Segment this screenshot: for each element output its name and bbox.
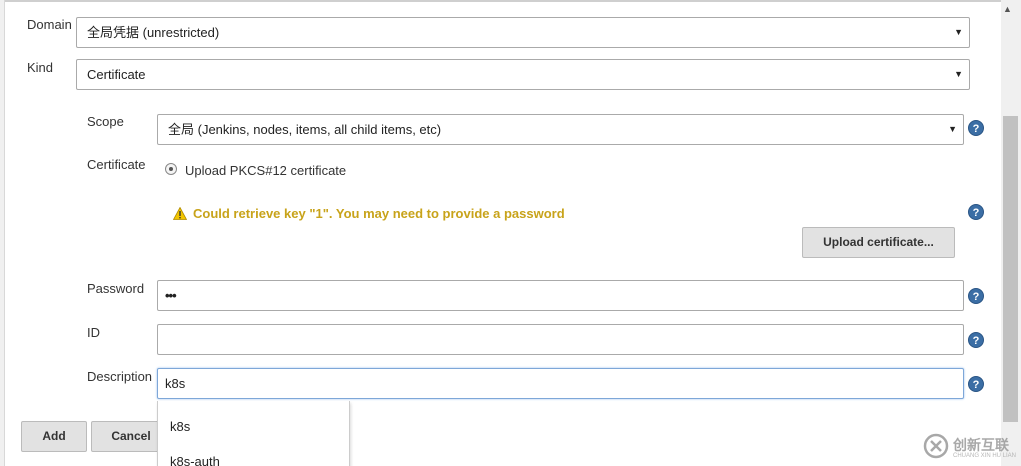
kind-label: Kind bbox=[27, 60, 54, 75]
add-button[interactable]: Add bbox=[21, 421, 87, 452]
domain-select[interactable]: 全局凭据 (unrestricted) ▼ bbox=[76, 17, 970, 48]
watermark-sub: CHUANG XIN HU LIAN bbox=[953, 453, 1017, 459]
autocomplete-option[interactable]: k8s bbox=[170, 419, 190, 434]
scope-select-value: 全局 (Jenkins, nodes, items, all child ite… bbox=[168, 122, 442, 137]
top-border bbox=[0, 0, 1021, 2]
question-circle-icon[interactable]: ? bbox=[968, 376, 984, 392]
left-edge bbox=[0, 0, 5, 466]
question-circle-icon[interactable]: ? bbox=[968, 288, 984, 304]
watermark: 创新互联 CHUANG XIN HU LIAN bbox=[913, 429, 1021, 466]
domain-select-value: 全局凭据 (unrestricted) bbox=[87, 25, 220, 40]
triangle-down-icon: ▼ bbox=[948, 124, 957, 134]
certificate-label: Certificate bbox=[87, 157, 146, 172]
question-circle-icon[interactable]: ? bbox=[968, 120, 984, 136]
certificate-warning: Could retrieve key "1". You may need to … bbox=[193, 206, 565, 221]
scope-select[interactable]: 全局 (Jenkins, nodes, items, all child ite… bbox=[157, 114, 964, 145]
id-label: ID bbox=[87, 325, 100, 340]
autocomplete-option[interactable]: k8s-auth bbox=[170, 454, 220, 466]
domain-label: Domain bbox=[27, 17, 72, 32]
triangle-down-icon: ▼ bbox=[954, 27, 963, 37]
description-field[interactable]: k8s bbox=[157, 368, 964, 399]
password-field[interactable]: ••• bbox=[157, 280, 964, 311]
question-circle-icon[interactable]: ? bbox=[968, 204, 984, 220]
warning-triangle-icon bbox=[173, 207, 187, 220]
scroll-up-icon[interactable]: ▲ bbox=[1003, 4, 1012, 14]
id-field[interactable] bbox=[157, 324, 964, 355]
upload-certificate-button[interactable]: Upload certificate... bbox=[802, 227, 955, 258]
triangle-down-icon: ▼ bbox=[954, 69, 963, 79]
description-label: Description bbox=[87, 369, 153, 384]
brand-logo-icon bbox=[923, 433, 949, 459]
password-label: Password bbox=[87, 281, 145, 296]
watermark-brand: 创新互联 bbox=[953, 438, 1009, 454]
upload-pkcs12-radio[interactable] bbox=[165, 163, 177, 175]
kind-select-value: Certificate bbox=[87, 67, 146, 82]
scope-label: Scope bbox=[87, 114, 124, 129]
question-circle-icon[interactable]: ? bbox=[968, 332, 984, 348]
scrollbar-thumb[interactable] bbox=[1003, 116, 1018, 422]
upload-pkcs12-label: Upload PKCS#12 certificate bbox=[185, 163, 347, 178]
kind-select[interactable]: Certificate ▼ bbox=[76, 59, 970, 90]
autocomplete-dropdown: k8s k8s-auth bbox=[157, 401, 350, 466]
credentials-form: Domain 全局凭据 (unrestricted) ▼ Kind Certif… bbox=[0, 0, 1021, 466]
